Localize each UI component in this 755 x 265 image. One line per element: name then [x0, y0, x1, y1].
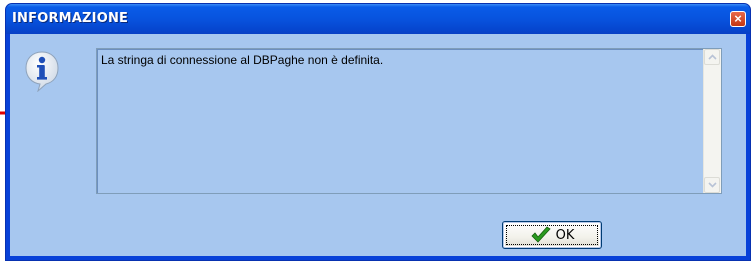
checkmark-icon: [531, 226, 551, 243]
message-textbox[interactable]: La stringa di connessione al DBPaghe non…: [96, 48, 722, 194]
vertical-scrollbar[interactable]: [703, 49, 721, 193]
dialog-body: La stringa di connessione al DBPaghe non…: [10, 34, 746, 256]
scroll-down-button[interactable]: [704, 177, 720, 193]
scroll-up-button[interactable]: [704, 49, 720, 65]
info-icon: [25, 51, 59, 92]
chevron-down-icon: [708, 182, 717, 188]
ok-button[interactable]: OK: [502, 221, 602, 249]
title-bar: INFORMAZIONE ×: [6, 4, 750, 34]
information-dialog: INFORMAZIONE × La stringa di connessione…: [5, 3, 751, 261]
dialog-title: INFORMAZIONE: [12, 11, 129, 26]
chevron-up-icon: [708, 54, 717, 60]
message-text: La stringa di connessione al DBPaghe non…: [101, 53, 384, 67]
close-button[interactable]: ×: [730, 11, 746, 27]
ok-button-label: OK: [555, 227, 575, 243]
close-icon: ×: [734, 11, 742, 26]
